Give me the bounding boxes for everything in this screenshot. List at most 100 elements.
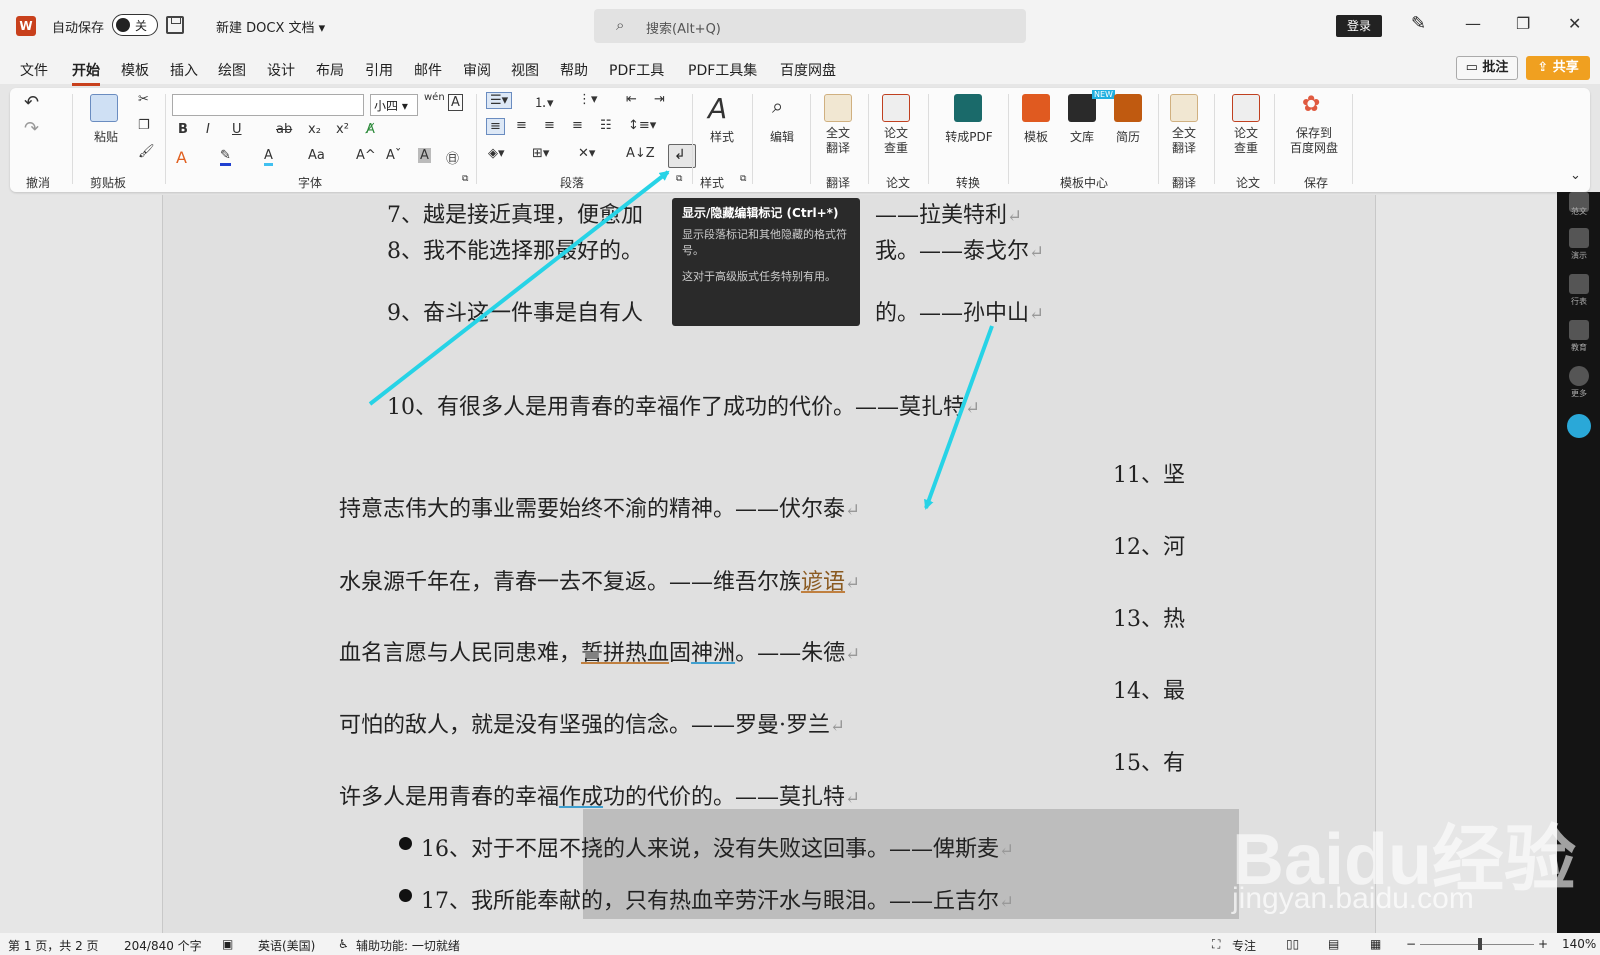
read-mode-icon[interactable]: ▯▯ (1286, 937, 1299, 951)
menu-mailings[interactable]: 邮件 (414, 60, 442, 80)
more-side-icon[interactable] (1569, 366, 1589, 386)
pen-icon[interactable]: ✎ (1411, 13, 1426, 34)
change-case-icon[interactable]: Aa (308, 148, 325, 163)
accessibility-status[interactable]: 辅助功能: 一切就绪 (356, 937, 460, 954)
styles-icon[interactable]: A (708, 92, 727, 125)
presentation-side-icon[interactable] (1569, 228, 1589, 248)
search-input[interactable]: ⌕ 搜索(Alt+Q) (594, 9, 1026, 43)
zoom-out-icon[interactable]: − (1406, 937, 1416, 951)
align-left-icon[interactable]: ≡ (486, 118, 505, 135)
close-icon[interactable]: ✕ (1568, 14, 1581, 33)
web-layout-icon[interactable]: ▦ (1370, 937, 1381, 951)
chinese-layout-icon[interactable]: ✕▾ (578, 146, 595, 161)
copy-icon[interactable]: ❐ (138, 118, 150, 133)
font-dialog-launcher-icon[interactable]: ⧉ (462, 174, 468, 184)
zoom-in-icon[interactable]: + (1538, 937, 1548, 951)
menu-help[interactable]: 帮助 (560, 60, 588, 80)
resume-button-label[interactable]: 简历 (1108, 128, 1148, 145)
baidu-netdisk-icon[interactable]: ✿ (1302, 92, 1320, 117)
menu-pdf-tools[interactable]: PDF工具 (609, 60, 664, 80)
font-size-select[interactable]: 小四 ▾ (370, 94, 418, 116)
clear-formatting-icon[interactable]: A̸ (366, 122, 375, 137)
full-translate-button-label[interactable]: 全文 翻译 (816, 126, 860, 156)
menu-insert[interactable]: 插入 (170, 60, 198, 80)
redo-icon[interactable]: ↷ (24, 118, 39, 139)
print-layout-icon[interactable]: ▤ (1328, 937, 1339, 951)
styles-button-label[interactable]: 样式 (704, 128, 740, 145)
distributed-icon[interactable]: ☷ (600, 118, 612, 133)
font-name-select[interactable] (172, 94, 364, 116)
sort-icon[interactable]: A↓Z (626, 146, 655, 161)
convert-pdf-button-label[interactable]: 转成PDF (934, 128, 1004, 145)
line-spacing-icon[interactable]: ↕≡▾ (628, 118, 656, 133)
login-button[interactable]: 登录 (1336, 15, 1382, 37)
superscript-icon[interactable]: x² (336, 122, 349, 137)
edit-button-label[interactable]: 编辑 (764, 128, 800, 145)
bold-icon[interactable]: B (178, 122, 188, 137)
numbering-icon[interactable]: ⒈▾ (534, 92, 554, 111)
menu-references[interactable]: 引用 (365, 60, 393, 80)
zoom-slider[interactable] (1420, 944, 1534, 945)
increase-indent-icon[interactable]: ⇥ (654, 92, 665, 107)
library-button-label[interactable]: 文库 (1062, 128, 1102, 145)
thesis-check-button-label[interactable]: 论文 查重 (874, 126, 918, 156)
menu-baidu-netdisk[interactable]: 百度网盘 (780, 60, 836, 80)
subscript-icon[interactable]: x₂ (308, 122, 321, 137)
zoom-slider-handle[interactable] (1478, 938, 1482, 950)
document-title[interactable]: 新建 DOCX 文档 ▾ (216, 17, 325, 36)
edit-search-icon[interactable]: ⌕ (772, 94, 783, 118)
translate-icon-2[interactable] (1170, 94, 1198, 122)
menu-pdf-toolset[interactable]: PDF工具集 (688, 60, 757, 80)
share-button[interactable]: ⇪ 共享 (1526, 56, 1590, 80)
bullets-icon[interactable]: ☰▾ (486, 92, 513, 109)
italic-icon[interactable]: I (206, 122, 210, 137)
enclose-character-icon[interactable]: ㊐ (446, 148, 459, 167)
restore-icon[interactable]: ❐ (1516, 14, 1530, 33)
text-effect-icon[interactable]: A (176, 148, 187, 167)
character-shading-icon[interactable]: A (418, 148, 431, 163)
align-right-icon[interactable]: ≡ (544, 118, 555, 133)
comment-button[interactable]: ▭ 批注 (1456, 56, 1518, 80)
font-color-icon[interactable]: A (264, 148, 273, 166)
template-icon[interactable] (1022, 94, 1050, 122)
menu-template[interactable]: 模板 (121, 60, 149, 80)
paste-button-label[interactable]: 粘贴 (86, 128, 126, 145)
multilevel-list-icon[interactable]: ⋮▾ (578, 92, 598, 107)
menu-home[interactable]: 开始 (72, 60, 100, 86)
proofing-icon[interactable]: ▣ (222, 937, 233, 951)
format-painter-icon[interactable]: 🖌 (138, 144, 155, 159)
underline-icon[interactable]: U (232, 122, 242, 137)
collapse-ribbon-icon[interactable]: ⌄ (1570, 168, 1581, 183)
undo-icon[interactable]: ↶ (24, 92, 39, 113)
paste-icon[interactable] (90, 94, 118, 122)
full-translate-button-label-2[interactable]: 全文 翻译 (1162, 126, 1206, 156)
decrease-indent-icon[interactable]: ⇤ (626, 92, 637, 107)
paragraph-dialog-launcher-icon[interactable]: ⧉ (676, 174, 682, 184)
menu-layout[interactable]: 布局 (316, 60, 344, 80)
menu-review[interactable]: 审阅 (463, 60, 491, 80)
menu-design[interactable]: 设计 (267, 60, 295, 80)
sheet-side-icon[interactable] (1569, 274, 1589, 294)
grow-font-icon[interactable]: A^ (356, 148, 376, 163)
language-indicator[interactable]: 英语(美国) (258, 937, 315, 954)
assistant-side-icon[interactable] (1567, 414, 1591, 438)
thesis-check-button-label-2[interactable]: 论文 查重 (1224, 126, 1268, 156)
borders-icon[interactable]: ⊞▾ (532, 146, 549, 161)
highlight-color-icon[interactable]: ✎ (220, 148, 231, 166)
save-to-baidu-button-label[interactable]: 保存到 百度网盘 (1280, 126, 1348, 156)
focus-mode-label[interactable]: 专注 (1232, 937, 1256, 954)
word-count[interactable]: 204/840 个字 (124, 937, 202, 954)
save-icon[interactable] (166, 16, 184, 34)
menu-file[interactable]: 文件 (20, 60, 48, 80)
shrink-font-icon[interactable]: Aˇ (386, 148, 401, 163)
cut-icon[interactable]: ✂ (138, 92, 149, 107)
menu-view[interactable]: 视图 (511, 60, 539, 80)
phonetic-guide-icon[interactable]: wén (424, 92, 445, 103)
justify-icon[interactable]: ≡ (572, 118, 583, 133)
thesis-check-icon[interactable] (882, 94, 910, 122)
align-center-icon[interactable]: ≡ (516, 118, 527, 133)
minimize-icon[interactable]: — (1465, 14, 1481, 33)
thesis-check-icon-2[interactable] (1232, 94, 1260, 122)
style-dialog-launcher-icon[interactable]: ⧉ (740, 174, 746, 184)
character-border-icon[interactable]: A (448, 94, 463, 111)
